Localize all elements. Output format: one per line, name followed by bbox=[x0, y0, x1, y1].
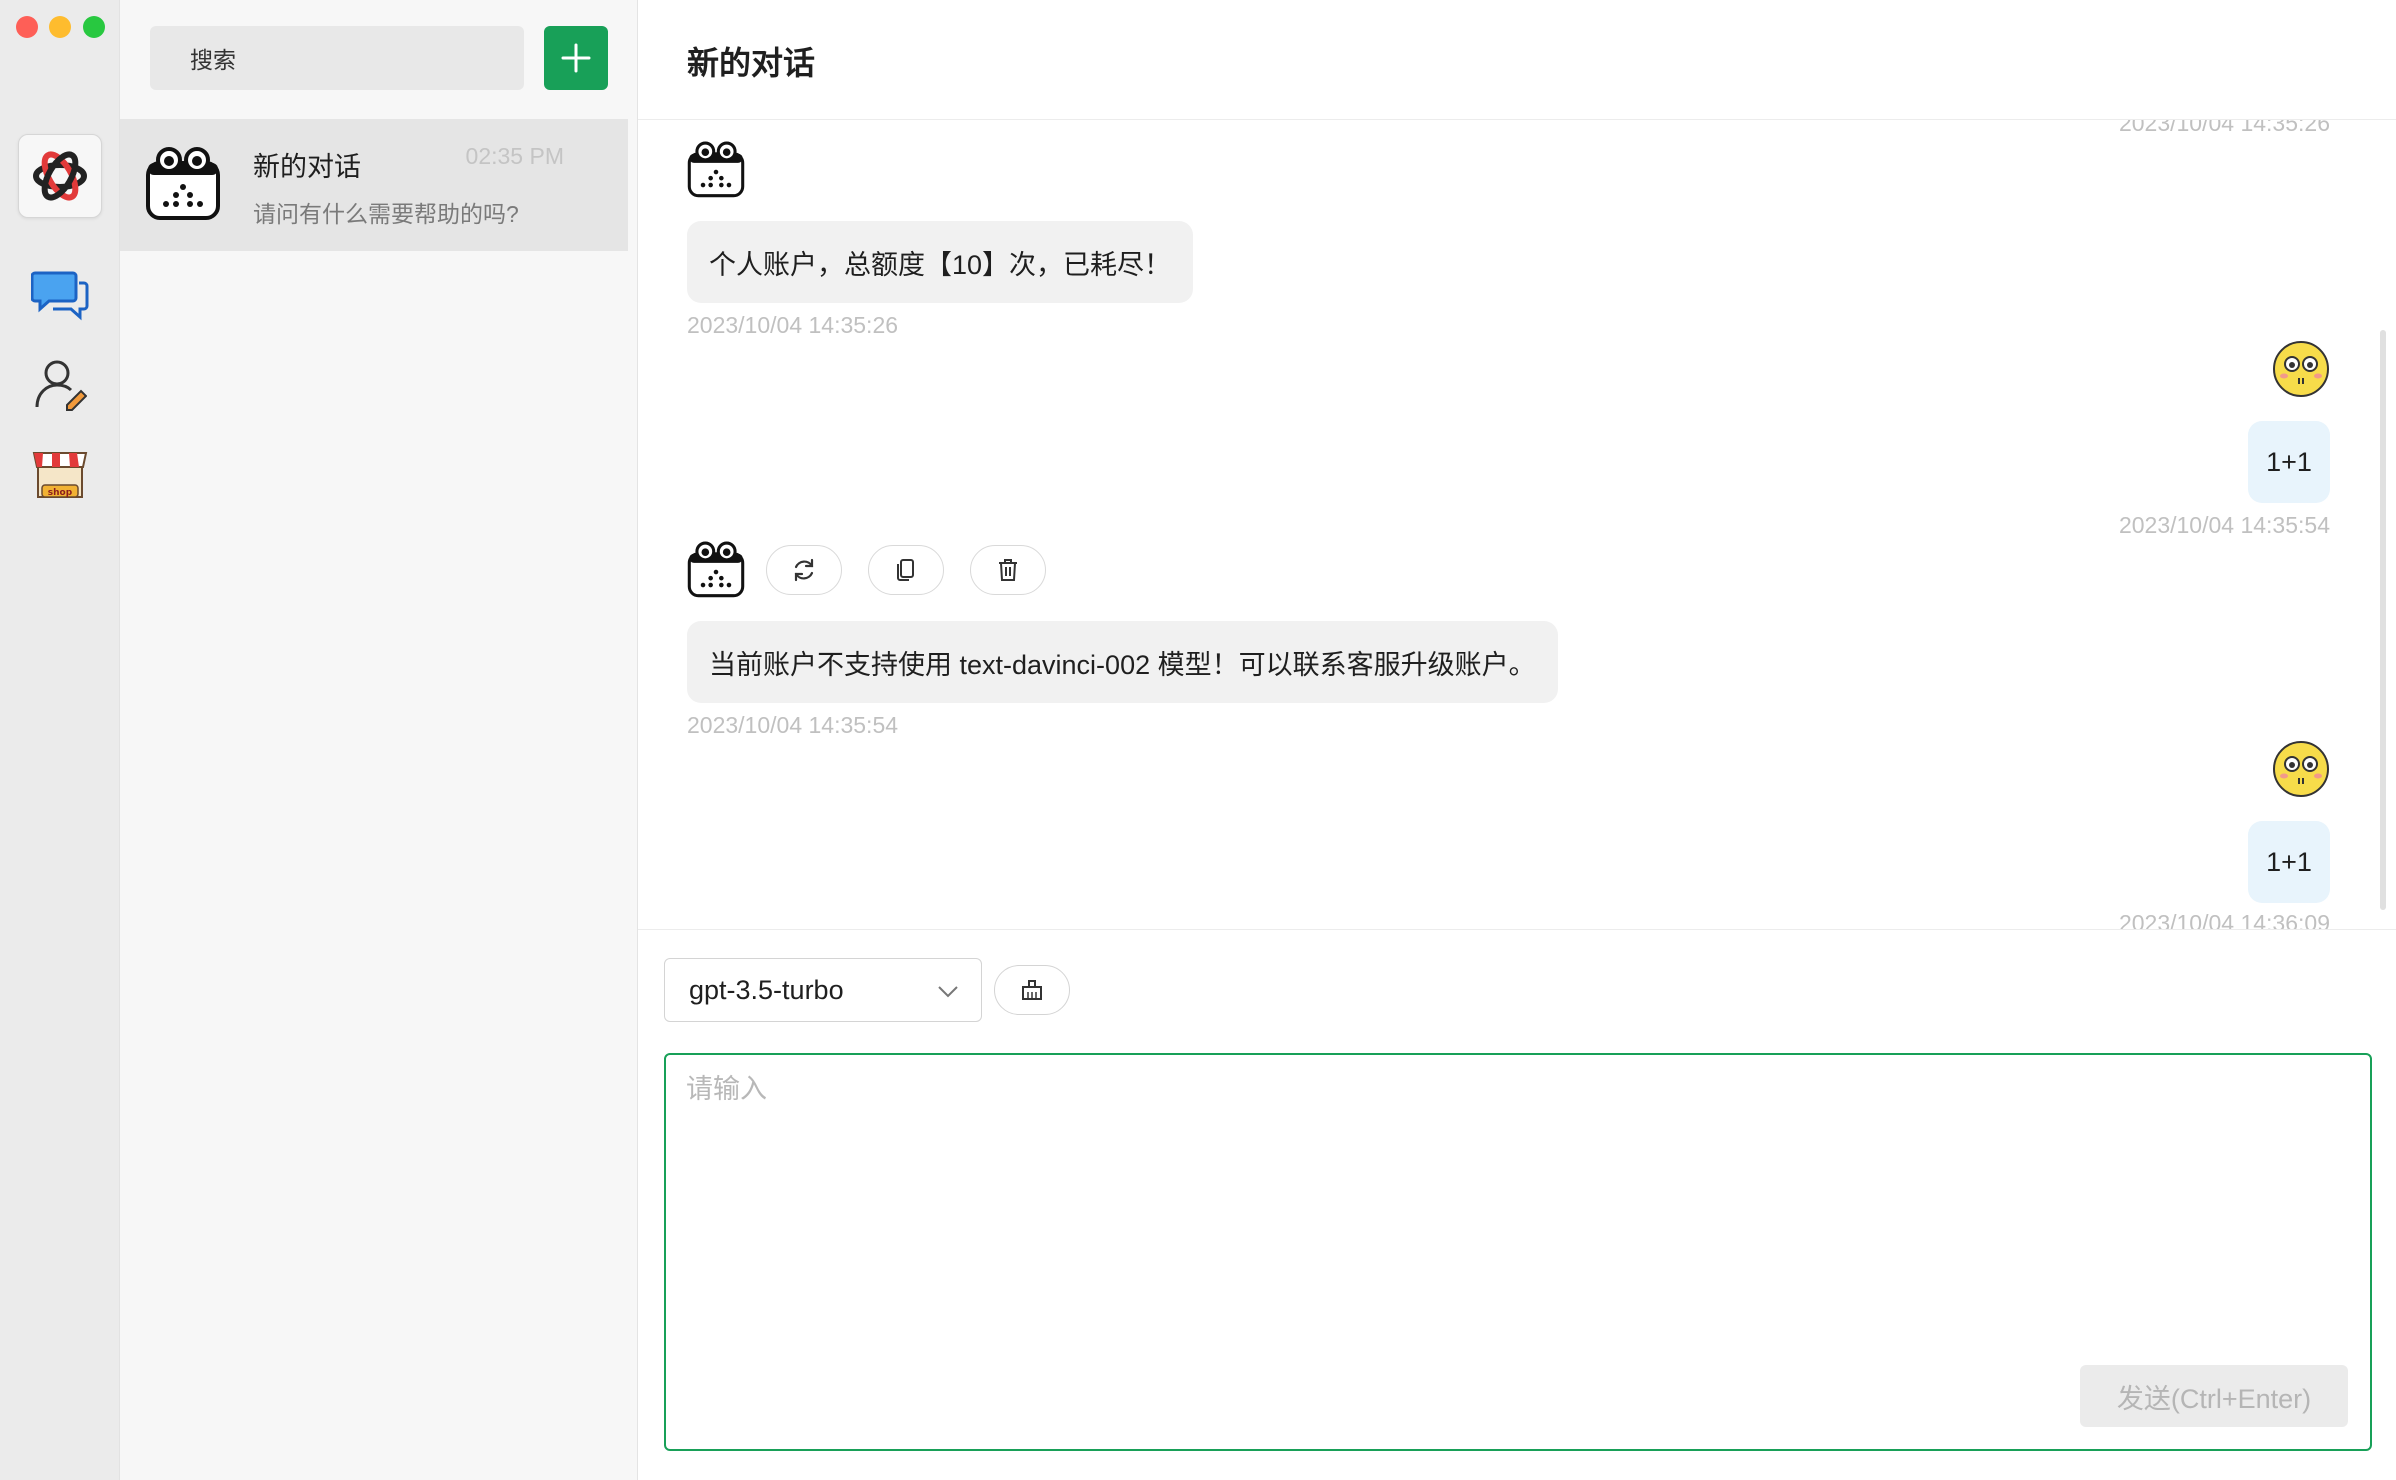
copy-icon bbox=[897, 559, 914, 581]
conversation-sidebar: 搜索 新的对话 02:35 PM 请问有什么需要帮助的吗? bbox=[120, 0, 638, 1480]
minimize-window-button[interactable] bbox=[49, 16, 71, 38]
refresh-icon bbox=[794, 558, 814, 582]
model-select-value: gpt-3.5-turbo bbox=[689, 974, 844, 1005]
user-message: 1+1 bbox=[2248, 821, 2330, 903]
message-timestamp: 2023/10/04 14:36:09 bbox=[2118, 910, 2330, 930]
scrollbar-thumb[interactable] bbox=[2380, 330, 2386, 910]
bot-avatar-icon bbox=[145, 145, 221, 226]
assistant-message: 个人账户，总额度【10】次，已耗尽！ bbox=[687, 221, 1194, 303]
user-avatar-icon bbox=[2272, 740, 2330, 803]
chat-header: 新的对话 bbox=[638, 0, 2396, 120]
app-rail: shop bbox=[0, 0, 120, 1480]
clear-context-button[interactable] bbox=[994, 965, 1070, 1015]
user-edit-icon bbox=[35, 360, 87, 411]
shop-icon: shop bbox=[32, 452, 88, 498]
user-message: 1+1 bbox=[2248, 421, 2330, 503]
broom-icon bbox=[1022, 980, 1042, 1000]
message-timestamp: 2023/10/04 14:35:26 bbox=[687, 312, 899, 338]
copy-button[interactable] bbox=[868, 545, 944, 595]
rail-item-chatgpt[interactable] bbox=[18, 134, 102, 218]
close-window-button[interactable] bbox=[16, 16, 38, 38]
search-input[interactable]: 搜索 bbox=[150, 26, 524, 90]
rail-item-chats[interactable] bbox=[18, 252, 102, 336]
chat-title: 新的对话 bbox=[687, 45, 816, 81]
conversation-list-item[interactable]: 新的对话 02:35 PM 请问有什么需要帮助的吗? bbox=[120, 119, 628, 251]
maximize-window-button[interactable] bbox=[83, 16, 105, 38]
delete-icon bbox=[999, 559, 1017, 581]
regenerate-button[interactable] bbox=[766, 545, 842, 595]
chat-panel: 新的对话 2023/10/04 14:35:26 个人账户，总额度【10】次，已… bbox=[638, 0, 2396, 1480]
model-select[interactable]: gpt-3.5-turbo bbox=[664, 958, 982, 1022]
openai-logo-icon bbox=[33, 151, 87, 201]
bot-avatar-icon bbox=[687, 140, 745, 203]
plus-icon bbox=[561, 43, 591, 73]
shop-badge-text: shop bbox=[48, 488, 73, 498]
message-input[interactable] bbox=[686, 1067, 2346, 1327]
new-conversation-button[interactable] bbox=[544, 26, 608, 90]
message-list[interactable]: 2023/10/04 14:35:26 个人账户，总额度【10】次，已耗尽！ 2… bbox=[638, 120, 2396, 930]
message-timestamp: 2023/10/04 14:35:54 bbox=[687, 712, 899, 738]
search-placeholder: 搜索 bbox=[190, 47, 236, 73]
conversation-time: 02:35 PM bbox=[465, 143, 564, 169]
message-timestamp: 2023/10/04 14:35:26 bbox=[2118, 120, 2330, 136]
assistant-message: 当前账户不支持使用 text-davinci-002 模型！可以联系客服升级账户… bbox=[687, 621, 1558, 703]
bot-avatar-icon bbox=[687, 540, 745, 603]
message-input-box: 发送(Ctrl+Enter) bbox=[664, 1053, 2372, 1451]
message-timestamp: 2023/10/04 14:35:54 bbox=[2118, 512, 2330, 538]
rail-item-profile[interactable] bbox=[18, 342, 102, 426]
conversation-title: 新的对话 bbox=[253, 152, 361, 182]
chevron-down-icon bbox=[938, 986, 958, 998]
send-button[interactable]: 发送(Ctrl+Enter) bbox=[2080, 1365, 2348, 1427]
delete-message-button[interactable] bbox=[970, 545, 1046, 595]
user-avatar-icon bbox=[2272, 340, 2330, 403]
conversation-preview: 请问有什么需要帮助的吗? bbox=[253, 201, 519, 227]
rail-item-shop[interactable]: shop bbox=[18, 432, 102, 516]
chat-bubbles-icon bbox=[31, 271, 89, 321]
